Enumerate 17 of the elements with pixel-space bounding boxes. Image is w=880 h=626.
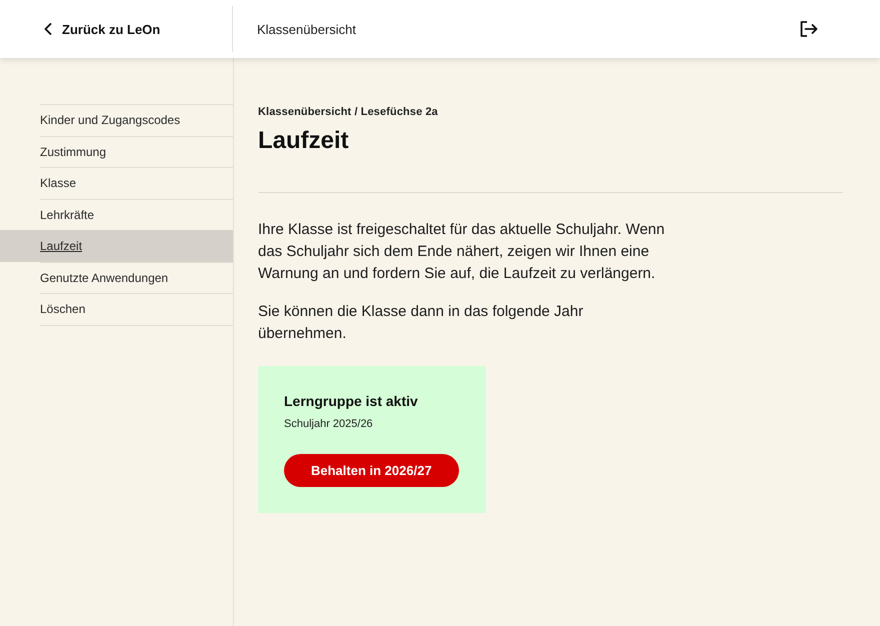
card-subtitle: Schuljahr 2025/26 [284, 418, 374, 430]
breadcrumb: Klassenübersicht / Lesefüchse 2a [258, 106, 439, 118]
sidebar-item[interactable]: Löschen [40, 293, 233, 326]
section-title: Laufzeit [258, 127, 350, 155]
description-text: Ihre Klasse ist freigeschaltet für das aktuelle Schuljahr. Wenn das Schuljahr sich dem Ende nähert, zeigen wir Ihnen eine Warnung an und fordern Sie auf, die Laufzeit zu verlängern. [258, 220, 666, 284]
sidebar-item[interactable]: Zustimmung [40, 136, 233, 167]
sidebar-item[interactable]: Klasse [40, 167, 233, 198]
sidebar-item[interactable]: Laufzeit [0, 230, 233, 262]
description-text: Sie können die Klasse dann in das folgende Jahr übernehmen. [258, 302, 584, 344]
sidebar-item[interactable]: Kinder und Zugangscodes [40, 104, 233, 136]
keep-button[interactable]: Behalten in 2026/27 [284, 454, 459, 487]
card-title: Lerngruppe ist aktiv [284, 393, 419, 409]
chevron-left-icon [44, 23, 52, 35]
sidebar-item[interactable]: Genutzte Anwendungen [40, 262, 233, 293]
logout-icon[interactable] [800, 21, 818, 37]
page-title: Klassenübersicht [257, 22, 356, 36]
back-link[interactable]: Zurück zu LeOn [44, 22, 160, 36]
